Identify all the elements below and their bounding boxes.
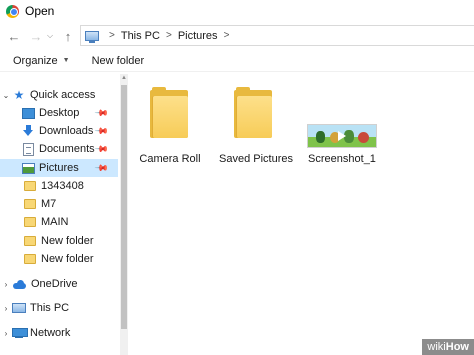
back-arrow-icon[interactable]: ←	[3, 25, 25, 47]
watermark-suffix: How	[445, 341, 469, 353]
sidebar-item-desktop[interactable]: Desktop 📌	[0, 104, 118, 122]
command-toolbar: Organize ▼ New folder	[0, 50, 474, 72]
folder-camera-roll[interactable]: Camera Roll	[130, 84, 210, 174]
breadcrumb-separator: >	[109, 30, 115, 41]
sidebar-item-label: Quick access	[30, 89, 96, 101]
sidebar-item-label: M7	[41, 198, 57, 210]
folder-icon	[24, 236, 36, 246]
sidebar-item-label: This PC	[30, 302, 70, 314]
folder-label: Camera Roll	[139, 153, 201, 165]
folder-icon	[150, 87, 188, 138]
folder-icon	[234, 87, 272, 138]
sidebar-item-new-folder[interactable]: New folder	[0, 232, 118, 250]
star-icon: ★	[13, 87, 25, 102]
new-folder-button[interactable]: New folder	[86, 55, 151, 67]
file-label: Screenshot_1	[308, 153, 376, 165]
up-arrow-icon[interactable]: ↑	[57, 25, 79, 47]
sidebar-item-m7[interactable]: M7	[0, 195, 118, 213]
sidebar-item-documents[interactable]: Documents 📌	[0, 140, 118, 158]
network-icon	[12, 328, 28, 338]
pin-icon[interactable]: 📌	[94, 123, 109, 139]
onedrive-icon	[12, 279, 27, 289]
sidebar-item-label: Downloads	[39, 125, 94, 137]
sidebar-item-1343408[interactable]: 1343408	[0, 177, 118, 195]
pin-icon[interactable]: 📌	[94, 141, 109, 157]
documents-icon	[23, 142, 34, 156]
organize-label: Organize	[13, 54, 58, 67]
sidebar-item-label: Documents	[39, 143, 95, 155]
sidebar-item-label: Pictures	[39, 162, 79, 174]
chevron-right-icon[interactable]: ›	[0, 280, 12, 289]
sidebar-item-label: Desktop	[39, 107, 80, 119]
folder-saved-pictures[interactable]: Saved Pictures	[216, 84, 296, 174]
breadcrumb-pictures[interactable]: Pictures	[178, 30, 218, 42]
sidebar-item-label: Network	[30, 327, 71, 339]
chevron-down-icon[interactable]: ⌵	[47, 31, 57, 41]
chrome-icon	[6, 4, 19, 18]
chevron-down-icon[interactable]: ⌄	[0, 91, 12, 100]
sidebar-item-downloads[interactable]: Downloads 📌	[0, 122, 118, 140]
title-bar: Open	[0, 0, 474, 22]
sidebar-scrollbar[interactable]: ▲	[120, 74, 128, 355]
sidebar-item-main[interactable]: MAIN	[0, 213, 118, 231]
this-pc-icon	[85, 30, 99, 43]
sidebar-item-network[interactable]: › Network	[0, 324, 118, 342]
sidebar-item-label: New folder	[41, 235, 94, 247]
forward-arrow-icon[interactable]: →	[25, 25, 47, 47]
sidebar-item-label: MAIN	[41, 216, 69, 228]
chevron-down-icon: ▼	[62, 57, 70, 64]
desktop-icon	[22, 107, 35, 119]
window-title: Open	[25, 4, 55, 18]
pictures-icon	[22, 162, 35, 174]
navigation-bar: ← → ⌵ ↑ > This PC > Pictures >	[0, 24, 474, 48]
folder-icon	[24, 217, 36, 227]
scroll-up-icon[interactable]: ▲	[120, 74, 128, 82]
organize-button[interactable]: Organize ▼	[7, 55, 76, 67]
file-list: Camera Roll Saved Pictures Screenshot_1	[128, 74, 474, 355]
folder-icon	[24, 254, 36, 264]
sidebar-item-new-folder-2[interactable]: New folder	[0, 250, 118, 268]
sidebar-item-label: New folder	[41, 253, 94, 265]
folder-icon	[24, 181, 36, 191]
wikihow-watermark: wiki How	[422, 339, 474, 355]
folder-label: Saved Pictures	[219, 153, 293, 165]
scroll-thumb[interactable]	[121, 85, 127, 329]
breadcrumb-this-pc[interactable]: This PC	[121, 30, 160, 42]
sidebar-item-label: 1343408	[41, 180, 84, 192]
breadcrumb-separator: >	[165, 30, 172, 41]
download-icon	[22, 125, 35, 137]
this-pc-icon	[12, 303, 26, 313]
folder-icon	[24, 199, 36, 209]
navigation-pane: ⌄ ★ Quick access Desktop 📌 Downloads 📌 D…	[0, 80, 118, 355]
watermark-prefix: wiki	[427, 341, 446, 353]
file-screenshot-1[interactable]: Screenshot_1	[302, 84, 382, 174]
sidebar-item-quick-access[interactable]: ⌄ ★ Quick access	[0, 86, 118, 104]
chevron-right-icon[interactable]: ›	[0, 304, 12, 313]
sidebar-item-this-pc[interactable]: › This PC	[0, 299, 118, 317]
sidebar-item-onedrive[interactable]: › OneDrive	[0, 275, 118, 293]
image-thumbnail-icon	[307, 124, 377, 148]
pin-icon[interactable]: 📌	[94, 160, 109, 176]
breadcrumb-separator[interactable]: >	[224, 30, 230, 41]
address-bar[interactable]: > This PC > Pictures >	[80, 25, 474, 46]
sidebar-item-pictures[interactable]: Pictures 📌	[0, 159, 118, 177]
pin-icon[interactable]: 📌	[94, 105, 109, 121]
chevron-right-icon[interactable]: ›	[0, 329, 12, 338]
sidebar-item-label: OneDrive	[31, 278, 78, 290]
